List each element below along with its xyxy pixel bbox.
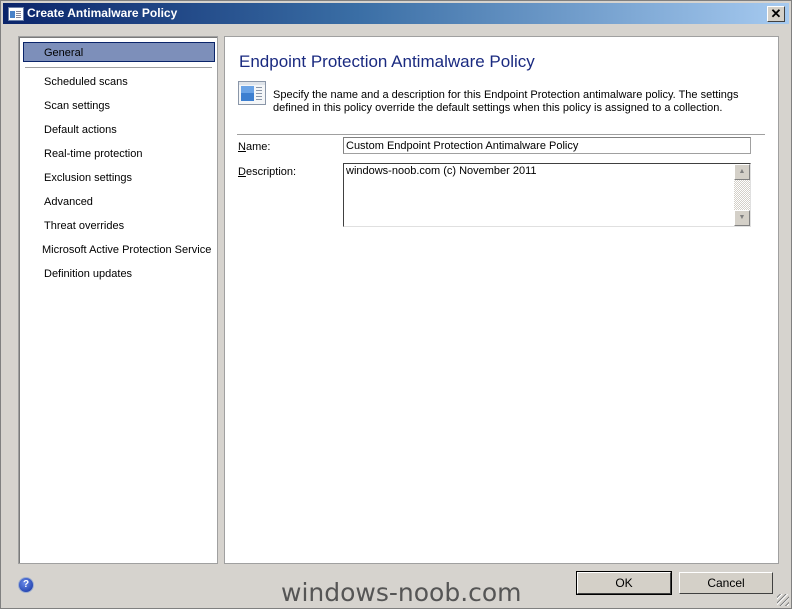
policy-page-icon <box>238 81 266 105</box>
app-icon <box>8 7 24 21</box>
name-label-accelerator: N <box>238 141 246 153</box>
resize-grip[interactable] <box>777 594 789 606</box>
scroll-down-icon[interactable]: ▼ <box>734 210 750 226</box>
sidebar-item-maps[interactable]: Microsoft Active Protection Service <box>19 240 217 260</box>
description-label: Description: <box>238 166 296 178</box>
page-description: Specify the name and a description for t… <box>273 89 739 114</box>
ok-button[interactable]: OK <box>576 571 672 595</box>
sidebar-item-real-time-protection[interactable]: Real-time protection <box>19 144 217 164</box>
sidebar-item-threat-overrides[interactable]: Threat overrides <box>19 216 217 236</box>
close-button[interactable]: ✕ <box>767 6 785 22</box>
page-title: Endpoint Protection Antimalware Policy <box>239 52 535 71</box>
title-bar[interactable]: Create Antimalware Policy ✕ <box>3 3 789 24</box>
description-label-accelerator: D <box>238 166 246 178</box>
section-divider <box>237 134 765 135</box>
sidebar-item-advanced[interactable]: Advanced <box>19 192 217 212</box>
sidebar-item-scheduled-scans[interactable]: Scheduled scans <box>19 72 217 92</box>
description-field: windows-noob.com (c) November 2011 ▲ ▼ <box>343 163 751 227</box>
sidebar-item-scan-settings[interactable]: Scan settings <box>19 96 217 116</box>
help-icon[interactable]: ? <box>18 577 34 593</box>
sidebar-item-exclusion-settings[interactable]: Exclusion settings <box>19 168 217 188</box>
watermark: windows-noob.com <box>281 578 522 607</box>
sidebar-nav: General Scheduled scans Scan settings De… <box>18 36 218 564</box>
scroll-up-icon[interactable]: ▲ <box>734 164 750 180</box>
content-panel: Endpoint Protection Antimalware Policy S… <box>224 36 779 564</box>
description-textarea[interactable]: windows-noob.com (c) November 2011 <box>344 164 734 226</box>
cancel-button[interactable]: Cancel <box>679 572 773 594</box>
sidebar-item-general[interactable]: General <box>23 42 215 62</box>
name-input[interactable] <box>343 137 751 154</box>
name-label-text: ame: <box>245 141 271 153</box>
sidebar-divider <box>25 67 212 68</box>
window-title: Create Antimalware Policy <box>27 6 178 20</box>
dialog-window: Create Antimalware Policy ✕ General Sche… <box>0 0 792 609</box>
name-label: Name: <box>238 141 270 153</box>
description-label-text: escription: <box>245 166 297 178</box>
sidebar-item-definition-updates[interactable]: Definition updates <box>19 264 217 284</box>
description-scrollbar[interactable]: ▲ ▼ <box>734 164 750 226</box>
sidebar-item-default-actions[interactable]: Default actions <box>19 120 217 140</box>
